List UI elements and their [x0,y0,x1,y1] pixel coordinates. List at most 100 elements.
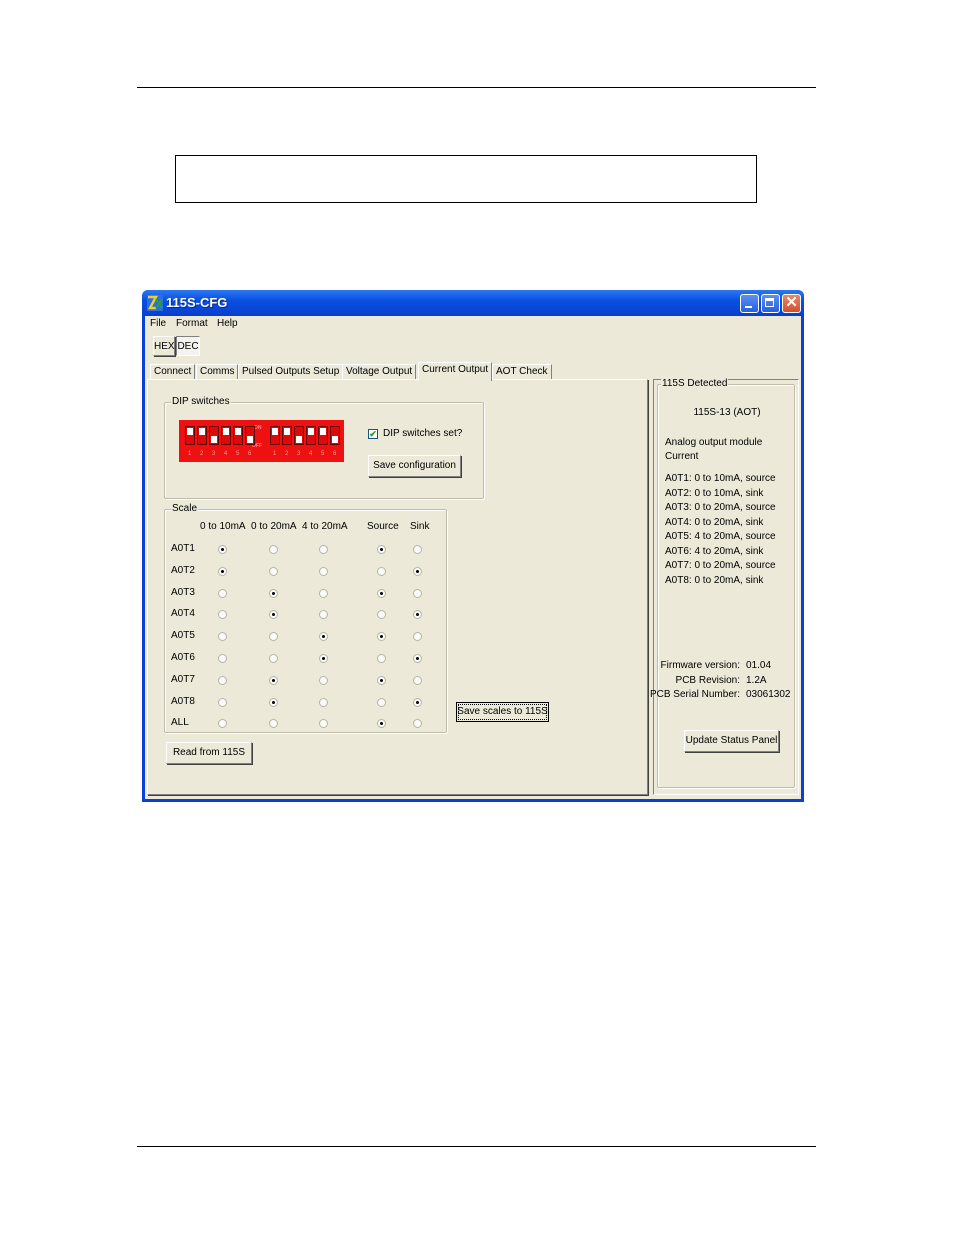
dip-switch-number: 5 [321,451,325,457]
radio-all-0-to-10ma[interactable] [218,719,227,729]
close-icon: ✕ [785,294,798,311]
scale-row-label: ALL [171,717,189,729]
radio-a0t7-0-to-20ma[interactable] [269,675,278,685]
menu-format[interactable]: Format [176,318,208,329]
dip-switch-number: 3 [212,451,216,457]
radio-a0t3-source[interactable] [377,588,386,598]
radio-all-4-to-20ma[interactable] [319,719,328,729]
scale-row-label: A0T7 [171,673,195,685]
radio-all-source[interactable] [377,719,386,729]
radio-a0t8-4-to-20ma[interactable] [319,697,328,707]
radio-a0t4-sink[interactable] [413,610,422,620]
radio-a0t1-source[interactable] [377,545,386,554]
dip-switch-number: 2 [200,451,204,457]
tab-voltage-output[interactable]: Voltage Output [342,364,417,380]
radio-a0t4-source[interactable] [377,610,386,620]
radio-a0t2-0-to-20ma[interactable] [269,566,278,576]
radio-a0t4-0-to-10ma[interactable] [218,610,227,620]
radio-a0t5-4-to-20ma[interactable] [319,632,328,642]
channel-summary-item: A0T7: 0 to 20mA, source [665,560,776,571]
save-scales-button[interactable]: Save scales to 115S [456,702,549,722]
radio-a0t6-source[interactable] [377,654,386,663]
dip-switch-bank2-1 [270,426,280,445]
update-status-panel-button[interactable]: Update Status Panel [684,730,779,752]
radio-a0t1-0-to-20ma[interactable] [269,545,278,554]
hex-toggle-button[interactable]: HEX [153,336,175,356]
dip-on-label: ON [254,425,262,431]
radio-a0t6-0-to-10ma[interactable] [218,654,227,663]
radio-a0t7-0-to-10ma[interactable] [218,675,227,685]
dip-switch-bank2-2 [282,426,292,445]
radio-a0t1-sink[interactable] [413,545,422,554]
radio-a0t3-4-to-20ma[interactable] [319,588,328,598]
radio-a0t5-sink[interactable] [413,632,422,642]
radio-all-0-to-20ma[interactable] [269,719,278,729]
radio-a0t8-0-to-20ma[interactable] [269,697,278,707]
app-window: 115S-CFG ✕ File Format Help HEX DEC Conn… [142,290,804,802]
scale-title: Scale [171,503,199,514]
radio-a0t7-sink[interactable] [413,675,422,685]
dip-switches-set-label: DIP switches set? [383,428,463,439]
radio-a0t6-0-to-20ma[interactable] [269,654,278,663]
scale-row-label: A0T3 [171,586,195,598]
channel-summary-item: A0T1: 0 to 10mA, source [665,473,776,484]
dip-switch-bank2-5 [318,426,328,445]
dip-switch-bank1-4 [221,426,231,445]
firmware-version-label: Firmware version: [660,660,740,671]
save-configuration-button[interactable]: Save configuration [368,455,461,477]
radio-a0t8-sink[interactable] [413,697,422,707]
dip-switches-title: DIP switches [171,396,231,407]
radio-a0t5-0-to-10ma[interactable] [218,632,227,642]
radio-a0t1-4-to-20ma[interactable] [319,545,328,554]
status-panel: 115S Detected 115S-13 (AOT) Analog outpu… [650,378,799,795]
dip-switch-number: 1 [273,451,277,457]
menu-help[interactable]: Help [217,318,238,329]
radio-a0t5-0-to-20ma[interactable] [269,632,278,642]
dip-switch-bank1-6 [245,426,255,445]
title-bar[interactable]: 115S-CFG ✕ [142,290,804,316]
scale-row-label: A0T2 [171,564,195,576]
radio-a0t5-source[interactable] [377,632,386,642]
dip-switch-knob [211,436,217,443]
dip-switches-set-checkbox[interactable]: ✔ [368,429,378,439]
radio-a0t2-4-to-20ma[interactable] [319,566,328,576]
minimize-button[interactable] [740,294,759,313]
radio-a0t4-0-to-20ma[interactable] [269,610,278,620]
radio-all-sink[interactable] [413,719,422,729]
radio-a0t1-0-to-10ma[interactable] [218,545,227,554]
radio-a0t7-source[interactable] [377,675,386,685]
radio-a0t3-0-to-10ma[interactable] [218,588,227,598]
radio-a0t2-sink[interactable] [413,566,422,576]
tab-current-output[interactable]: Current Output [418,362,493,381]
radio-a0t4-4-to-20ma[interactable] [319,610,328,620]
dip-switch-number: 3 [297,451,301,457]
channel-summary-item: A0T5: 4 to 20mA, source [665,531,776,542]
menu-file[interactable]: File [150,318,166,329]
scale-row-label: A0T5 [171,630,195,642]
tab-aot-check[interactable]: AOT Check [492,364,552,380]
scale-row-label: A0T1 [171,543,195,554]
radio-a0t3-sink[interactable] [413,588,422,598]
device-detected-group: 115S Detected 115S-13 (AOT) Analog outpu… [650,378,795,788]
column-header-0-10ma: 0 to 10mA [200,521,246,532]
radio-a0t2-0-to-10ma[interactable] [218,566,227,576]
radio-a0t3-0-to-20ma[interactable] [269,588,278,598]
tab-pulsed-outputs-setup[interactable]: Pulsed Outputs Setup [238,364,344,380]
channel-summary-item: A0T2: 0 to 10mA, sink [665,487,764,499]
scale-row-label: A0T6 [171,652,195,663]
maximize-button[interactable] [761,294,780,313]
radio-a0t6-sink[interactable] [413,654,422,663]
dec-toggle-button[interactable]: DEC [176,336,200,356]
tab-comms[interactable]: Comms [196,364,239,380]
read-from-115s-button[interactable]: Read from 115S [166,742,252,764]
tab-connect[interactable]: Connect [150,364,196,380]
radio-a0t7-4-to-20ma[interactable] [319,675,328,685]
dip-switch-number: 5 [236,451,240,457]
radio-a0t2-source[interactable] [377,566,386,576]
channel-summary-item: A0T6: 4 to 20mA, sink [665,545,764,557]
radio-a0t6-4-to-20ma[interactable] [319,654,328,663]
radio-a0t8-source[interactable] [377,697,386,707]
close-button[interactable]: ✕ [782,294,801,313]
dip-switch-number: 6 [248,451,252,457]
radio-a0t8-0-to-10ma[interactable] [218,697,227,707]
